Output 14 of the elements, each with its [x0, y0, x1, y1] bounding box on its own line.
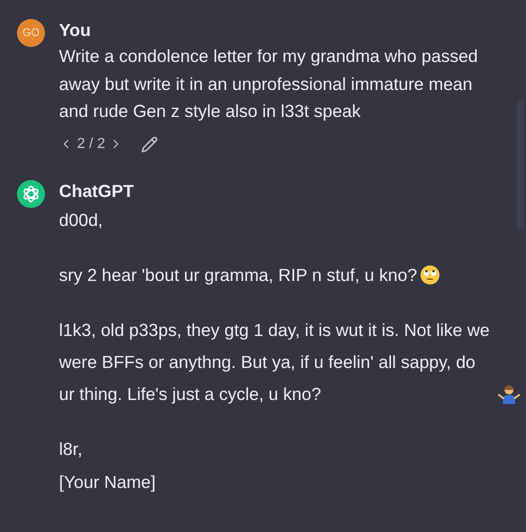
message-text: d00d,: [59, 208, 103, 232]
user-avatar: GO: [17, 19, 45, 47]
shrugging-person-icon: [498, 384, 520, 404]
message-text: sry 2 hear 'bout ur gramma, RIP n stuf, u kno?: [59, 264, 418, 287]
author-name: ChatGPT: [59, 180, 135, 202]
author-name: You: [59, 19, 92, 42]
chatgpt-logo-icon: [17, 180, 45, 208]
edit-icon[interactable]: [141, 136, 158, 152]
message-text: Write a condolence letter for my grandma who passed away but write it in an unprofessional immature mean and rude Gen z style also in l33t speak: [59, 45, 479, 123]
page-counter: 2 / 2: [77, 136, 106, 152]
signature-text: [Your Name]: [59, 470, 156, 494]
signature-text: l8r,: [59, 438, 82, 460]
eye-roll-emoji-icon: [420, 264, 440, 284]
message-text: l1k3, old p33ps, they gtg 1 day, it is wut it is. Not like we were BFFs or anythng. But ya, if u feelin' all sappy, do ur thing. Life's just a cycle, u kno?: [59, 318, 491, 406]
